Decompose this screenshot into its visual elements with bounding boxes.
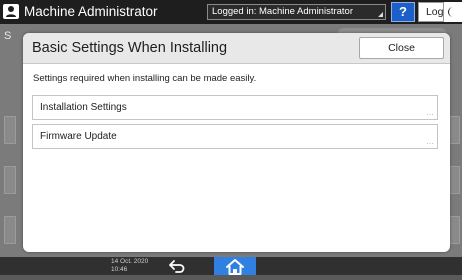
home-icon bbox=[214, 259, 256, 279]
login-status-field[interactable]: Logged in: Machine Administrator bbox=[207, 4, 386, 20]
user-icon bbox=[3, 4, 19, 19]
user-role-title: Machine Administrator bbox=[24, 4, 158, 19]
basic-settings-dialog: Basic Settings When Installing Close Set… bbox=[23, 33, 450, 252]
installation-settings-item[interactable]: Installation Settings ... bbox=[32, 95, 438, 120]
list-item-label: Installation Settings bbox=[40, 102, 127, 113]
more-indicator-icon: ... bbox=[426, 139, 434, 146]
background-tile bbox=[4, 166, 16, 194]
back-button[interactable] bbox=[166, 258, 190, 274]
time-text: 10:46 bbox=[111, 265, 128, 273]
background-tile bbox=[4, 216, 16, 244]
dialog-header: Basic Settings When Installing Close bbox=[23, 33, 450, 64]
help-button[interactable]: ? bbox=[391, 2, 415, 22]
background-tile bbox=[4, 116, 16, 144]
energy-saver-button[interactable] bbox=[443, 2, 462, 22]
corner-triangle-icon bbox=[378, 12, 383, 17]
dialog-title: Basic Settings When Installing bbox=[32, 40, 228, 56]
top-bar: Machine Administrator Logged in: Machine… bbox=[0, 0, 462, 24]
home-button[interactable] bbox=[214, 257, 256, 275]
date-text: 14 Oct. 2020 bbox=[111, 258, 149, 265]
background-heading: S bbox=[4, 30, 12, 42]
login-status-text: Logged in: Machine Administrator bbox=[212, 6, 353, 17]
more-indicator-icon: ... bbox=[426, 110, 434, 117]
dialog-description: Settings required when installing can be… bbox=[33, 73, 257, 84]
close-button[interactable]: Close bbox=[359, 37, 444, 59]
firmware-update-item[interactable]: Firmware Update ... bbox=[32, 124, 438, 149]
date-time: 14 Oct. 2020 10:46 bbox=[111, 258, 148, 273]
bottom-bar: 14 Oct. 2020 10:46 bbox=[0, 257, 462, 275]
list-item-label: Firmware Update bbox=[40, 131, 117, 142]
back-arrow-icon bbox=[166, 260, 190, 278]
